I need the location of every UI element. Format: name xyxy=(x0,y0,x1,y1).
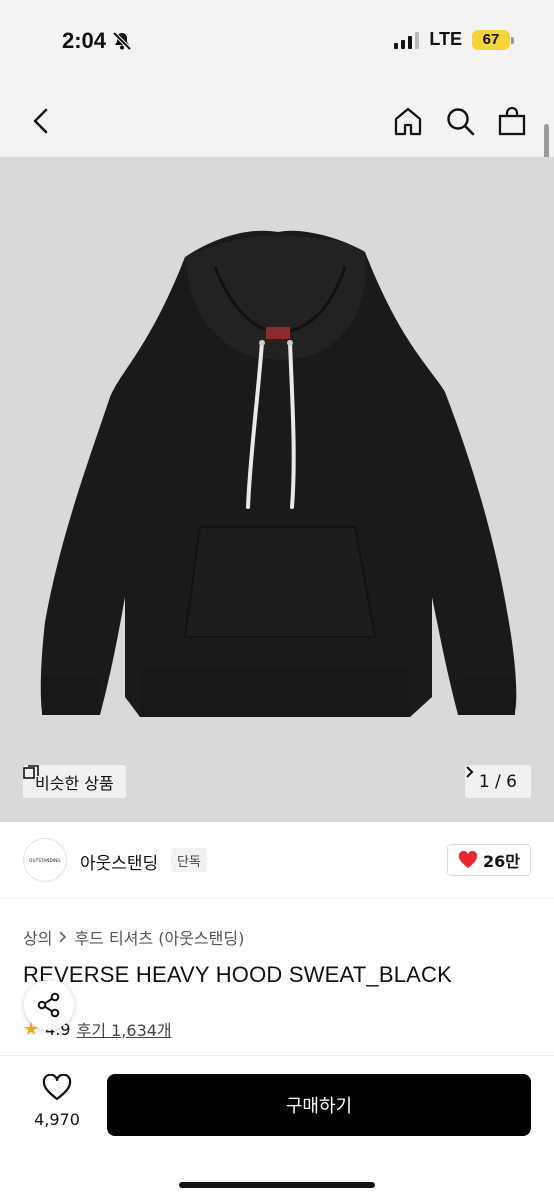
brand-like-button[interactable]: 26만 xyxy=(447,844,531,876)
chevron-left-icon xyxy=(33,108,48,134)
search-button[interactable] xyxy=(444,103,476,139)
home-icon xyxy=(394,107,422,136)
similar-icon xyxy=(23,765,39,779)
status-indicators: LTE 67 xyxy=(394,29,514,50)
status-bar: 2:04 LTE 67 xyxy=(0,0,554,85)
home-indicator[interactable] xyxy=(179,1182,375,1188)
battery-charging-icon: 67 xyxy=(472,29,514,50)
bell-off-icon xyxy=(112,31,132,51)
similar-products-button[interactable]: 비슷한 상품 xyxy=(23,765,126,798)
home-button[interactable] xyxy=(392,103,424,139)
breadcrumb-subcategory[interactable]: 후드 티셔츠 (아웃스탠딩) xyxy=(74,925,244,949)
similar-products-label: 비슷한 상품 xyxy=(35,773,114,793)
share-icon xyxy=(37,992,60,1018)
chevron-right-icon xyxy=(466,766,474,778)
breadcrumb: 상의 후드 티셔츠 (아웃스탠딩) xyxy=(23,925,244,949)
image-counter-label: 1 / 6 xyxy=(478,771,517,792)
battery-level: 67 xyxy=(482,31,500,48)
share-button[interactable] xyxy=(24,980,74,1030)
hoodie-image xyxy=(40,230,517,717)
signal-icon xyxy=(394,31,420,49)
brand-logo[interactable]: OUTSTANDING xyxy=(23,838,67,882)
brand-name[interactable]: 아웃스탠딩 xyxy=(80,849,158,874)
product-title: REVERSE HEAVY HOOD SWEAT_BLACK xyxy=(23,962,453,987)
chevron-right-icon xyxy=(59,931,67,943)
brand-row: OUTSTANDING 아웃스탠딩 단독 26만 xyxy=(0,822,554,898)
heart-outline-icon xyxy=(42,1073,72,1101)
brand-like-count: 26만 xyxy=(483,852,520,871)
status-time: 2:04 xyxy=(62,28,132,54)
breadcrumb-category[interactable]: 상의 xyxy=(23,925,52,949)
cart-button[interactable] xyxy=(496,103,528,139)
clock: 2:04 xyxy=(62,28,107,53)
product-image-carousel[interactable]: 비슷한 상품 1 / 6 xyxy=(0,157,554,822)
heart-filled-icon xyxy=(458,851,478,868)
back-button[interactable] xyxy=(24,103,60,139)
image-counter[interactable]: 1 / 6 xyxy=(464,765,531,798)
nav-header xyxy=(0,85,554,157)
wishlist-count: 4,970 xyxy=(34,1110,80,1129)
shopping-bag-icon xyxy=(498,106,526,136)
wishlist-button[interactable]: 4,970 xyxy=(24,1073,90,1129)
buy-button[interactable]: 구매하기 xyxy=(107,1074,531,1136)
brand-logo-text: OUTSTANDING xyxy=(29,857,61,863)
exclusive-badge: 단독 xyxy=(171,848,207,872)
bottom-action-bar: 4,970 구매하기 xyxy=(0,1055,554,1200)
network-label: LTE xyxy=(429,29,462,49)
reviews-link[interactable]: 후기 1,634개 xyxy=(77,1017,172,1041)
search-icon xyxy=(447,108,475,136)
